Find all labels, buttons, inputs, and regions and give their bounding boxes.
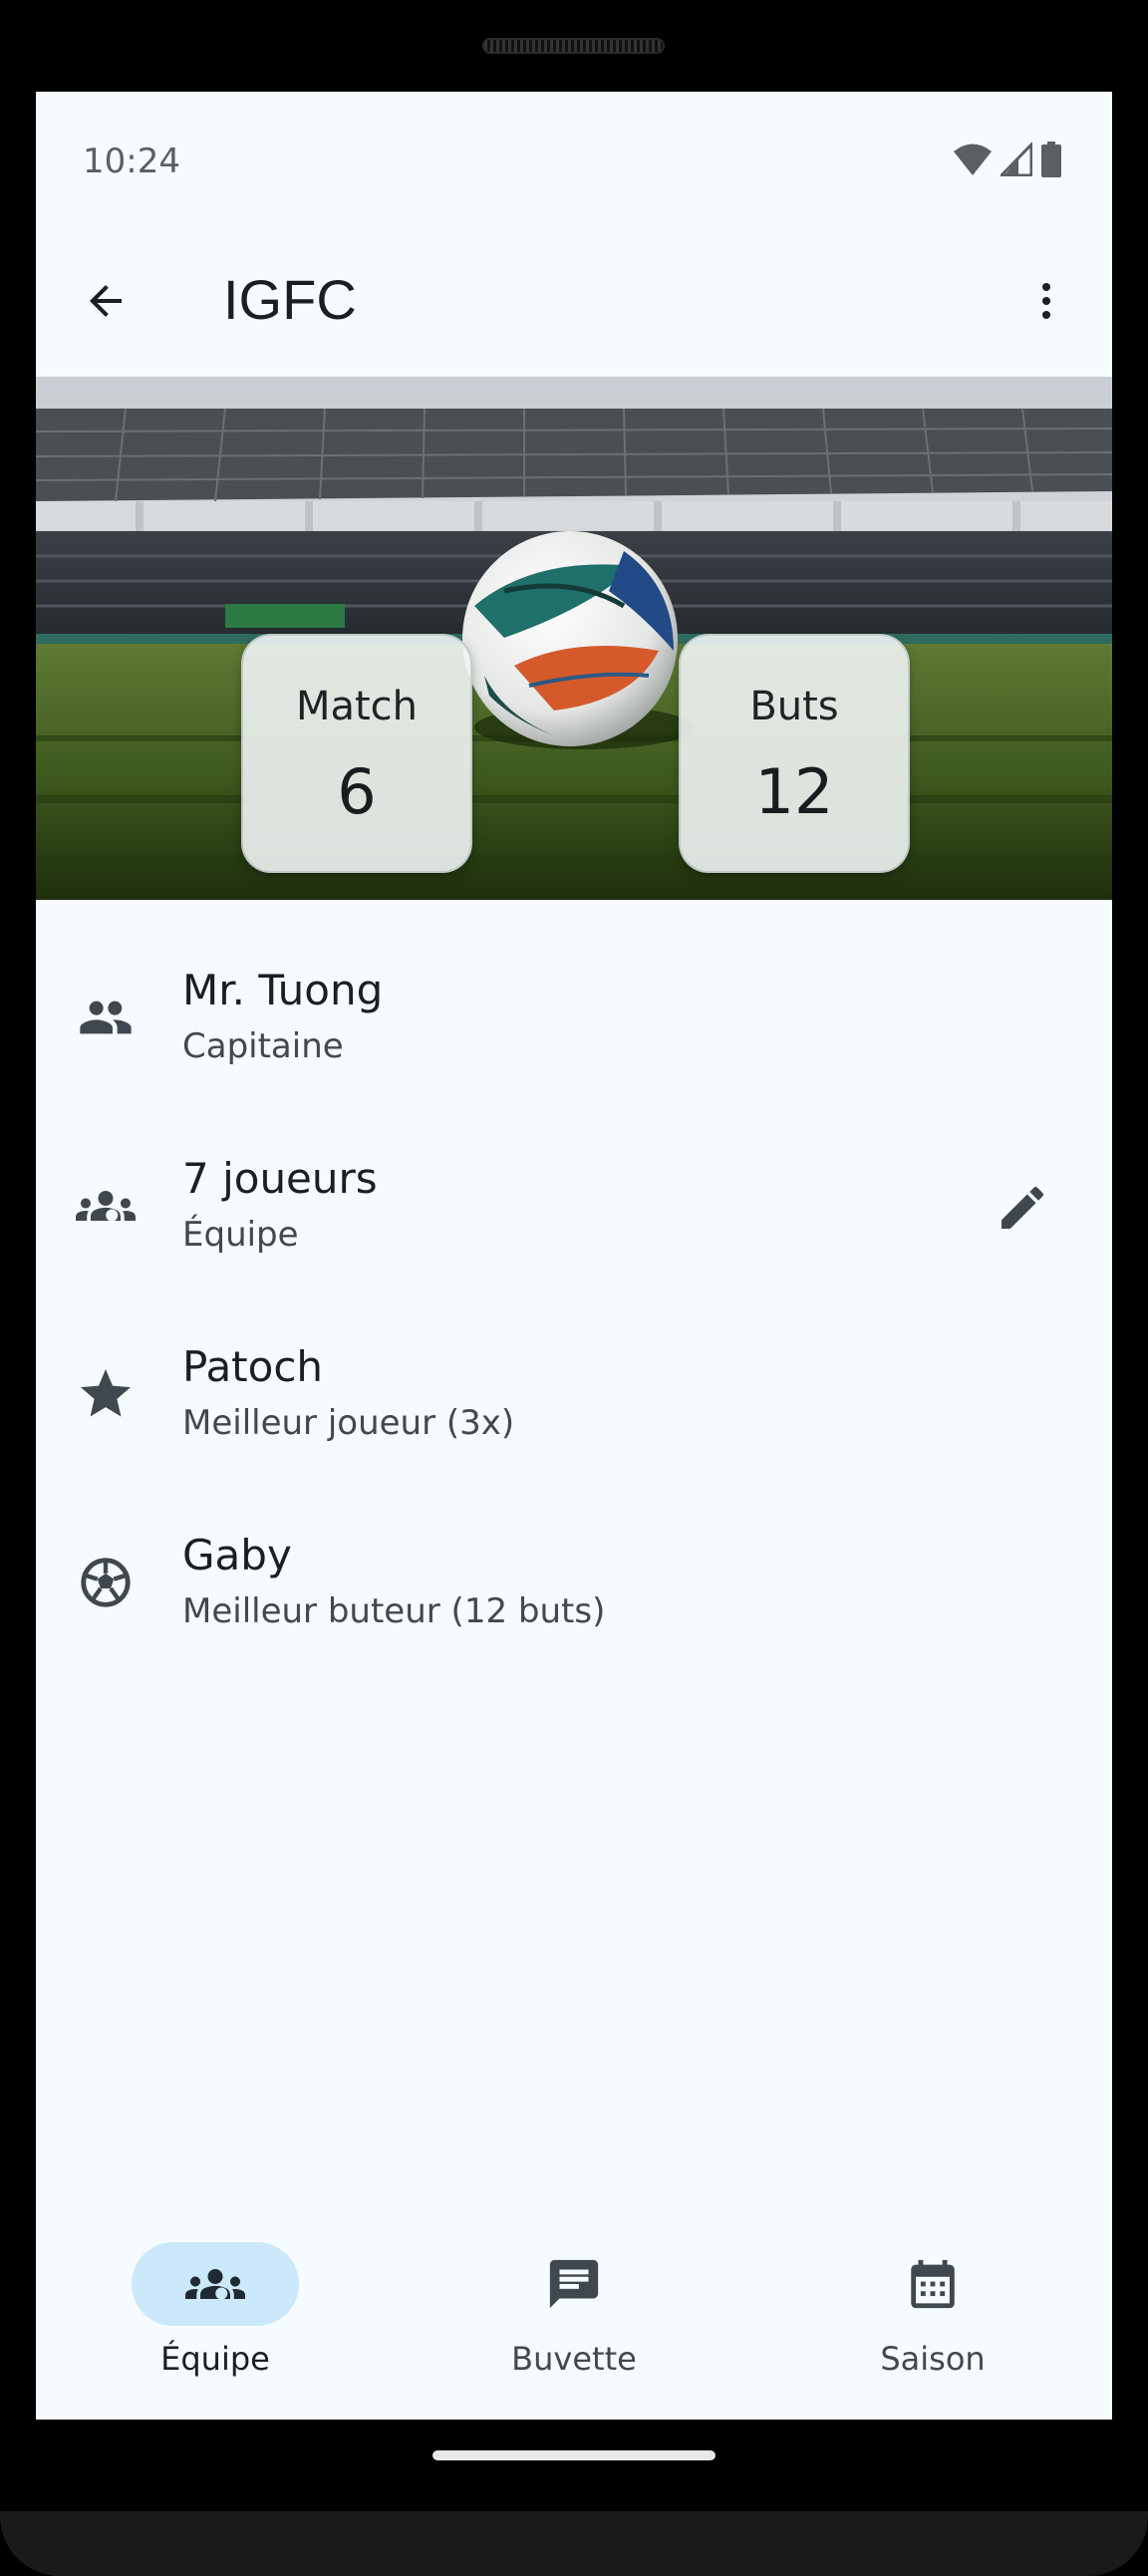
status-bar: 10:24 bbox=[36, 92, 1112, 231]
edit-icon bbox=[1002, 1186, 1044, 1229]
list-item-top-scorer[interactable]: Gaby Meilleur buteur (12 buts) bbox=[36, 1509, 1112, 1697]
nav-icon-container bbox=[490, 2242, 658, 2326]
nav-label-equipe: Équipe bbox=[160, 2340, 270, 2378]
soccer-ball-icon bbox=[76, 1553, 136, 1612]
calendar-icon bbox=[911, 2259, 955, 2309]
groups-icon bbox=[185, 2269, 245, 2300]
team-info-list: Mr. Tuong Capitaine 7 joueurs Équipe Pat… bbox=[36, 944, 1112, 1697]
battery-icon bbox=[1041, 142, 1061, 177]
star-icon bbox=[76, 1364, 136, 1424]
top-scorer-label: Meilleur buteur (12 buts) bbox=[182, 1591, 606, 1631]
nav-icon-container bbox=[849, 2242, 1016, 2326]
status-icons bbox=[953, 142, 1062, 177]
cell-signal-icon bbox=[1001, 143, 1032, 176]
nav-label-saison: Saison bbox=[880, 2340, 986, 2378]
matches-label: Match bbox=[295, 684, 419, 729]
hero-banner: Match 6 Buts 12 bbox=[36, 377, 1112, 900]
screen: 10:24 IGFC Match 6 Buts 12 Mr. Tuong Cap… bbox=[36, 92, 1112, 2420]
nav-active-indicator bbox=[132, 2242, 299, 2326]
team-label: Équipe bbox=[182, 1215, 299, 1255]
home-indicator[interactable] bbox=[432, 2450, 716, 2460]
groups-icon bbox=[76, 1176, 136, 1236]
list-item-captain[interactable]: Mr. Tuong Capitaine bbox=[36, 944, 1112, 1132]
more-options-button[interactable] bbox=[1016, 271, 1076, 331]
page-title: IGFC bbox=[223, 268, 357, 331]
goals-value: 12 bbox=[754, 755, 834, 828]
nav-item-buvette[interactable]: Buvette bbox=[395, 2220, 753, 2420]
list-item-best-player[interactable]: Patoch Meilleur joueur (3x) bbox=[36, 1320, 1112, 1509]
top-scorer-name: Gaby bbox=[182, 1531, 292, 1579]
nav-item-equipe[interactable]: Équipe bbox=[36, 2220, 395, 2420]
device-bottom-bezel bbox=[0, 2511, 1148, 2576]
chat-icon bbox=[549, 2259, 599, 2309]
nav-label-buvette: Buvette bbox=[511, 2340, 637, 2378]
more-vert-icon bbox=[1042, 283, 1050, 319]
status-time: 10:24 bbox=[83, 142, 180, 181]
goals-label: Buts bbox=[749, 684, 839, 729]
arrow-back-icon bbox=[90, 285, 122, 317]
list-item-team[interactable]: 7 joueurs Équipe bbox=[36, 1132, 1112, 1320]
bottom-navigation: Équipe Buvette Saison bbox=[36, 2220, 1112, 2420]
captain-name: Mr. Tuong bbox=[182, 966, 384, 1014]
matches-stat-card: Match 6 bbox=[241, 634, 472, 873]
stadium-image bbox=[36, 377, 1112, 900]
back-button[interactable] bbox=[76, 271, 136, 331]
matches-value: 6 bbox=[337, 755, 377, 828]
captain-role: Capitaine bbox=[182, 1026, 344, 1066]
earpiece-speaker bbox=[482, 38, 665, 54]
player-count: 7 joueurs bbox=[182, 1154, 378, 1203]
people-icon bbox=[76, 988, 136, 1047]
goals-stat-card: Buts 12 bbox=[679, 634, 910, 873]
app-bar: IGFC bbox=[36, 231, 1112, 371]
edit-team-button[interactable] bbox=[993, 1178, 1052, 1238]
device-frame: 10:24 IGFC Match 6 Buts 12 Mr. Tuong Cap… bbox=[0, 0, 1148, 2576]
wifi-icon bbox=[954, 143, 992, 175]
nav-item-saison[interactable]: Saison bbox=[753, 2220, 1112, 2420]
best-player-label: Meilleur joueur (3x) bbox=[182, 1403, 515, 1443]
best-player-name: Patoch bbox=[182, 1342, 324, 1391]
